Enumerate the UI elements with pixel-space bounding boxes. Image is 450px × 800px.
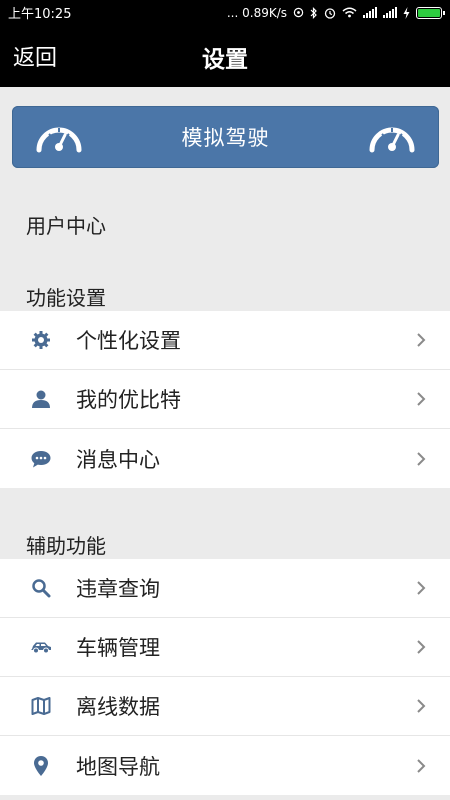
bluetooth-icon [310,6,317,19]
list-item-message-center[interactable]: 消息中心 [0,429,450,488]
list-item-violation-query[interactable]: 违章查询 [0,559,450,618]
wifi-icon [342,7,357,18]
chevron-right-icon [417,333,426,347]
list-item-my-ubt[interactable]: 我的优比特 [0,370,450,429]
signal-icon [363,7,377,18]
page-title: 设置 [202,47,248,73]
speedometer-icon [36,127,82,153]
chevron-right-icon [417,758,426,773]
list-item-offline-data[interactable]: 离线数据 [0,677,450,736]
user-icon [30,388,52,410]
status-time: 上午10:25 [8,7,72,22]
battery-icon [416,6,445,19]
auxiliary-list: 违章查询 车辆管理 离线数据 地图导航 [0,559,450,795]
status-icons: ... 0.89K/s [226,5,445,20]
chevron-right-icon [417,581,426,595]
charging-icon [403,6,410,19]
list-item-label: 离线数据 [76,695,160,719]
network-speed: ... 0.89K/s [226,5,287,20]
section-heading-auxiliary: 辅助功能 [26,534,106,558]
car-icon [30,636,52,658]
simulate-driving-button[interactable]: 模拟驾驶 [12,106,439,168]
list-item-vehicle-management[interactable]: 车辆管理 [0,618,450,677]
map-icon [30,695,52,717]
signal-icon [383,7,397,18]
list-item-label: 我的优比特 [76,388,181,412]
list-item-label: 消息中心 [76,447,160,472]
function-settings-list: 个性化设置 我的优比特 消息中心 [0,311,450,488]
simulate-driving-label: 模拟驾驶 [181,126,270,150]
list-item-label: 违章查询 [76,577,160,601]
list-item-label: 车辆管理 [76,636,160,660]
list-item-label: 地图导航 [76,754,160,779]
alarm-icon [293,7,304,18]
search-icon [30,577,52,599]
chevron-right-icon [417,699,426,713]
chevron-right-icon [417,451,426,466]
location-pin-icon [30,755,52,777]
chevron-right-icon [417,392,426,406]
list-item-personalization[interactable]: 个性化设置 [0,311,450,370]
chevron-right-icon [417,640,426,654]
section-heading-function-settings: 功能设置 [26,286,106,310]
gear-icon [30,329,52,351]
speedometer-icon [369,127,415,153]
user-center-link[interactable]: 用户中心 [26,210,106,239]
title-bar: 返回 设置 [0,25,450,87]
list-item-map-navigation[interactable]: 地图导航 [0,736,450,795]
list-item-label: 个性化设置 [76,329,181,353]
status-bar: 上午10:25 ... 0.89K/s [0,0,450,25]
clock-icon [324,7,336,19]
chat-bubble-icon [30,448,52,470]
back-button[interactable]: 返回 [13,40,57,72]
